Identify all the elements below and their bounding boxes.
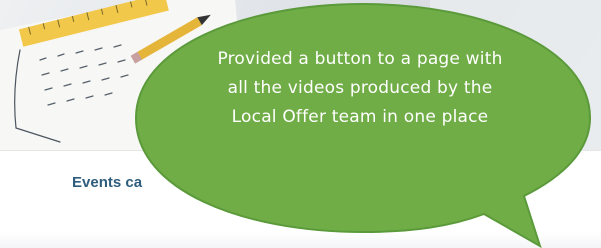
callout-text: Provided a button to a page with all the… xyxy=(217,49,503,127)
screenshot-stage: Events ca Provided a button to a page wi… xyxy=(0,0,601,248)
speech-bubble-callout: Provided a button to a page with all the… xyxy=(132,0,594,248)
